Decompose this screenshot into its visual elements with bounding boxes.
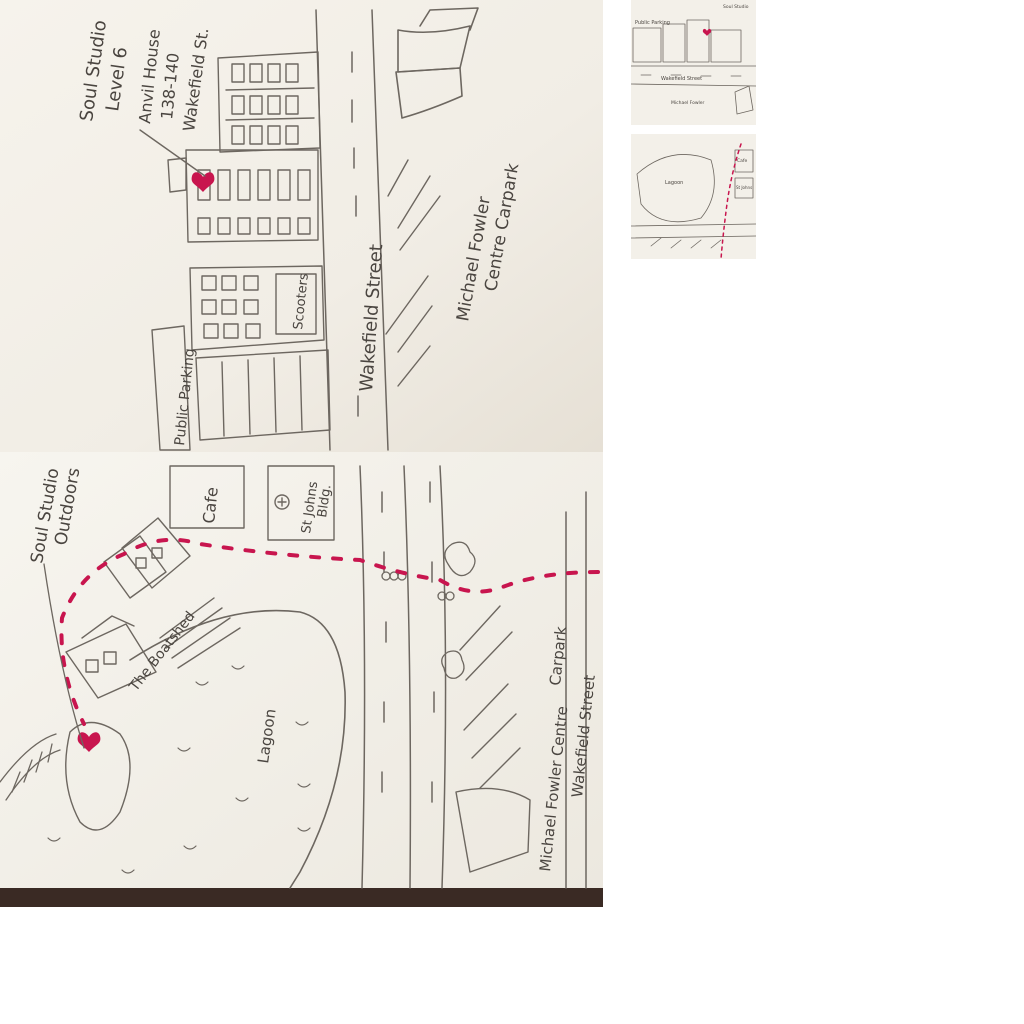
- thumb-carpark-label: Michael Fowler: [671, 100, 705, 106]
- thumbnail-map-anvil-house[interactable]: Public Parking Soul Studio Wakefield Str…: [631, 0, 756, 125]
- map-anvil-house-drawing: Soul Studio Level 6 Anvil House 138-140 …: [0, 0, 603, 452]
- table-edge: [0, 888, 603, 907]
- thumb-street-label: Wakefield Street: [661, 76, 702, 82]
- cafe-label: Cafe: [199, 486, 222, 524]
- thumb-cafe-label: Cafe: [737, 158, 747, 164]
- thumb-st-johns-label: St Johns: [736, 185, 752, 190]
- map-anvil-house: Soul Studio Level 6 Anvil House 138-140 …: [0, 0, 603, 452]
- thumb-paper: [631, 0, 756, 125]
- thumb-parking-label: Public Parking: [635, 20, 670, 26]
- thumbnail-map-outdoors[interactable]: Lagoon Cafe St Johns: [631, 134, 756, 259]
- thumbnail-anvil-house-drawing: Public Parking Soul Studio Wakefield Str…: [631, 0, 756, 125]
- thumbnail-outdoors-drawing: Lagoon Cafe St Johns: [631, 134, 756, 259]
- thumb-paper: [631, 134, 756, 259]
- map-outdoors-drawing: Soul Studio Outdoors Cafe St Johns Bldg.…: [0, 452, 603, 907]
- thumb-destination-label: Soul Studio: [723, 4, 749, 10]
- thumb-lagoon-label: Lagoon: [665, 180, 683, 186]
- map-outdoors: Soul Studio Outdoors Cafe St Johns Bldg.…: [0, 452, 603, 907]
